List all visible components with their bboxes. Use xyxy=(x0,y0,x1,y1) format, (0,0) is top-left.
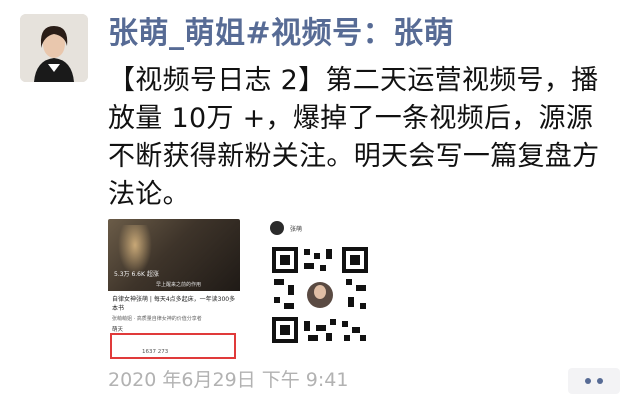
qr-code-icon xyxy=(270,245,370,345)
image-article-screenshot[interactable]: 5.3万 6.6K 超涨 早上醒来之前的作用 自律女神张萌 | 每天4点多起床，… xyxy=(108,219,240,361)
photo-caption-secondary: 早上醒来之前的作用 xyxy=(156,282,202,288)
lamp-light xyxy=(118,225,152,275)
more-dots-icon xyxy=(597,378,603,384)
image-qr-code-card[interactable]: 张萌 xyxy=(260,219,378,361)
article-stats: 1637 273 xyxy=(142,349,169,355)
more-options-button[interactable] xyxy=(568,368,620,394)
article-title: 自律女神张萌 | 每天4点多起床，一年读300多本书 xyxy=(112,296,236,312)
photo-caption: 5.3万 6.6K 超涨 xyxy=(114,271,159,278)
avatar-portrait xyxy=(20,14,88,82)
article-photo: 5.3万 6.6K 超涨 早上醒来之前的作用 xyxy=(108,219,240,291)
qr-avatar xyxy=(270,221,284,235)
author-avatar[interactable] xyxy=(20,14,88,82)
author-name-link[interactable]: 张萌_萌姐#视频号：张萌 xyxy=(108,14,454,54)
qr-name: 张萌 xyxy=(290,226,303,233)
highlight-box xyxy=(110,333,236,359)
media-grid: 5.3万 6.6K 超涨 早上醒来之前的作用 自律女神张萌 | 每天4点多起床，… xyxy=(108,219,478,361)
article-meta: 张萌萌姐 · 高质量自律女神的价值分享者 xyxy=(112,316,202,322)
article-author: 萌天 xyxy=(112,327,124,333)
post-timestamp: 2020 年6月29日 下午 9:41 xyxy=(108,369,349,391)
post-text: 【视频号日志 2】第二天运营视频号，播放量 10万 +，爆掉了一条视频后，源源不… xyxy=(108,65,600,210)
more-dots-icon xyxy=(585,378,591,384)
